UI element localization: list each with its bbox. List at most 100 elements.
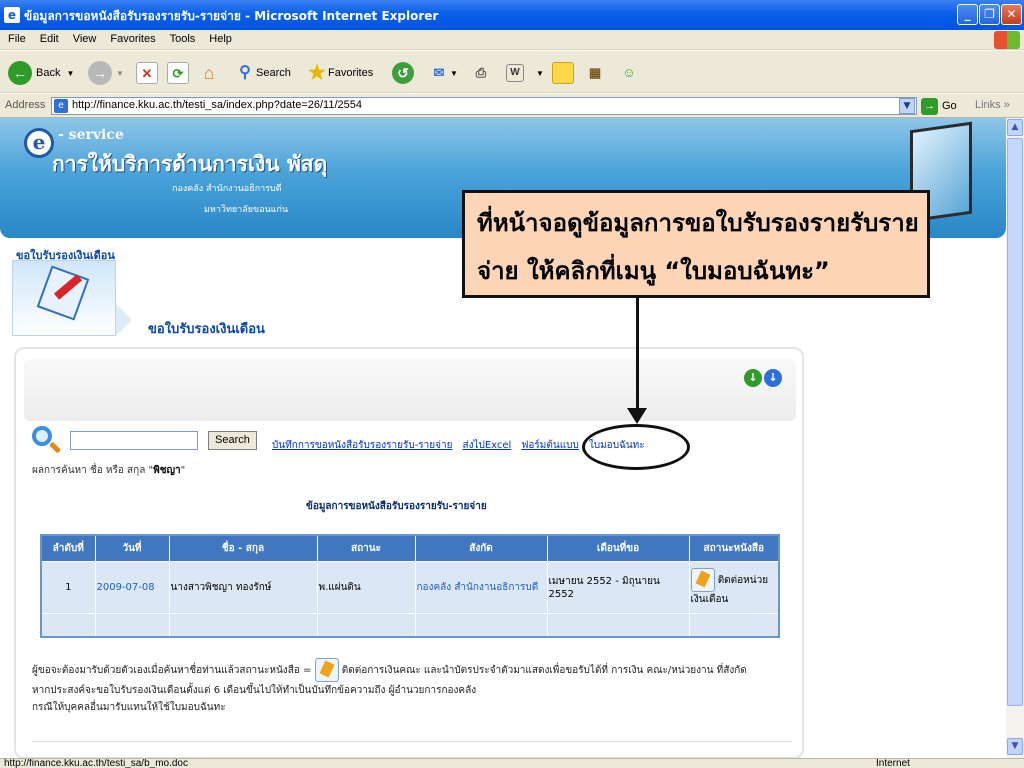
favorites-button[interactable]: ★ Favorites — [306, 60, 373, 86]
menu-help[interactable]: Help — [201, 30, 238, 45]
window-titlebar: e ข้อมูลการขอหนังสือรับรองรายรับ-รายจ่าย… — [0, 0, 1024, 30]
notes: ผู้ขอจะต้องมารับด้วยตัวเองเมื่อค้นหาชื่อ… — [32, 658, 792, 716]
magnifier-icon — [32, 426, 62, 454]
cell-months: เมษายน 2552 - มิถุนายน 2552 — [546, 560, 690, 614]
callout-arrow-head — [627, 408, 647, 424]
messenger-icon: ☺ — [622, 65, 636, 80]
close-button[interactable]: ✕ — [1001, 4, 1022, 25]
result-suffix: " — [180, 465, 186, 476]
search-input[interactable] — [70, 430, 198, 450]
back-arrow-icon: ← — [8, 61, 32, 85]
cell-name: นางสาวพิชญา ทองรักษ์ — [168, 560, 318, 614]
callout-text: ที่หน้าจอดูข้อมูลการขอใบรับรองรายรับรายจ… — [477, 209, 919, 285]
search-result-text: ผลการค้นหา ชื่อ หรือ สกุล "พิชญา" — [32, 463, 185, 478]
col-doc-status: สถานะหนังสือ — [688, 534, 780, 562]
template-form-link[interactable]: ฟอร์มต้นแบบ — [521, 438, 579, 453]
cell-date-link[interactable]: 2009-07-08 — [97, 582, 155, 593]
menu-favorites[interactable]: Favorites — [102, 30, 161, 45]
mail-button[interactable]: ✉ ▼ — [428, 60, 458, 86]
requests-table: ลำดับที่ วันที่ ชื่อ - สกุล สถานะ สังกัด… — [40, 534, 780, 638]
forward-dropdown-icon[interactable]: ▼ — [116, 69, 124, 78]
search-toolbar-button[interactable]: ⚲ Search — [234, 60, 291, 86]
highlight-ellipse — [582, 424, 690, 470]
search-icon: ⚲ — [239, 64, 251, 81]
banner-subtitle-2: มหาวิทยาลัยขอนแก่น — [204, 205, 289, 215]
address-dropdown-icon[interactable]: ▼ — [899, 98, 915, 114]
section-arrow — [116, 304, 132, 336]
section-header: ขอใบรับรองเงินเดือน ขอใบรับรองเงินเดือน — [12, 246, 282, 338]
mail-icon: ✉ — [433, 65, 445, 80]
table-row: 1 2009-07-08 นางสาวพิชญา ทองรักษ์ พ.แผ่น… — [40, 560, 780, 614]
callout-arrow — [636, 298, 639, 414]
result-prefix: ผลการค้นหา ชื่อ หรือ สกุล " — [32, 465, 154, 476]
address-label: Address — [5, 99, 46, 111]
vertical-scrollbar[interactable]: ▲ ▼ — [1006, 118, 1024, 758]
banner-title: การให้บริการด้านการเงิน พัสดุ — [52, 152, 328, 176]
page-content: e - service การให้บริการด้านการเงิน พัสด… — [0, 118, 1006, 758]
maximize-button[interactable]: ❐ — [979, 4, 1000, 25]
cell-no: 1 — [40, 560, 96, 614]
record-link[interactable]: บันทึกการขอหนังสือรับรองรายรับ-รายจ่าย — [272, 438, 452, 453]
menu-file[interactable]: File — [0, 30, 32, 45]
cell-dept-link[interactable]: กองคลัง สำนักงานอธิการบดี — [417, 582, 539, 593]
history-button[interactable]: ↺ — [392, 60, 418, 86]
menu-edit[interactable]: Edit — [32, 30, 65, 45]
panel-header — [24, 359, 796, 421]
banner-service-text: - service — [58, 127, 124, 143]
scroll-down-icon[interactable]: ▼ — [1007, 738, 1023, 755]
favorites-star-icon: ★ — [308, 62, 326, 84]
search-button[interactable]: Search — [208, 430, 257, 450]
research-button[interactable]: ▦ — [584, 60, 606, 86]
download-icon[interactable]: ↓ ↓ — [744, 369, 784, 395]
back-button[interactable]: ← Back ▼ — [8, 60, 74, 86]
note-line-2: หากประสงค์จะขอใบรับรองเงินเดือนตั้งแต่ 6… — [32, 685, 477, 696]
refresh-icon: ⟳ — [167, 62, 189, 84]
export-excel-link[interactable]: ส่งไปExcel — [462, 438, 511, 453]
cell-doc-status: ติดต่อหน่วยเงินเดือน — [688, 560, 780, 614]
refresh-button[interactable]: ⟳ — [167, 60, 189, 86]
note-icon — [552, 62, 574, 84]
edit-dropdown-icon[interactable]: ▼ — [536, 69, 544, 78]
table-title: ข้อมูลการขอหนังสือรับรองรายรับ-รายจ่าย — [306, 501, 487, 512]
research-icon: ▦ — [588, 65, 602, 80]
col-date: วันที่ — [94, 534, 170, 562]
col-dept: สังกัด — [414, 534, 548, 562]
links-label: Links — [975, 99, 1001, 111]
discuss-button[interactable] — [552, 60, 574, 86]
history-icon: ↺ — [392, 62, 414, 84]
note-line-1: ผู้ขอจะต้องมารับด้วยตัวเองเมื่อค้นหาชื่อ… — [32, 658, 792, 682]
scroll-thumb[interactable] — [1007, 138, 1023, 706]
forward-arrow-icon: → — [88, 61, 112, 85]
stop-button[interactable]: ✕ — [136, 60, 158, 86]
col-status: สถานะ — [316, 534, 416, 562]
go-label: Go — [942, 100, 957, 112]
address-url: http://finance.kku.ac.th/testi_sa/index.… — [72, 99, 362, 111]
result-name: พิชญา — [153, 465, 181, 476]
divider — [32, 741, 792, 742]
forward-button[interactable]: → ▼ — [88, 60, 124, 86]
home-button[interactable]: ⌂ — [198, 60, 220, 86]
minimize-button[interactable]: _ — [957, 4, 978, 25]
menu-bar: File Edit View Favorites Tools Help — [0, 30, 1024, 50]
go-button[interactable]: → Go — [921, 97, 957, 115]
certificate-image — [12, 260, 116, 336]
back-dropdown-icon[interactable]: ▼ — [66, 69, 74, 78]
edit-button[interactable]: W ▼ — [506, 60, 544, 86]
menu-view[interactable]: View — [65, 30, 103, 45]
e-service-logo-icon: e — [24, 128, 54, 158]
mail-dropdown-icon[interactable]: ▼ — [450, 69, 458, 78]
messenger-button[interactable]: ☺ — [618, 60, 640, 86]
back-label: Back — [36, 67, 61, 79]
col-months: เดือนที่ขอ — [546, 534, 690, 562]
links-button[interactable]: Links » — [975, 99, 1010, 111]
banner-subtitle-1: กองคลัง สำนักงานอธิการบดี — [172, 184, 282, 194]
cell-status: พ.แผ่นดิน — [316, 560, 416, 614]
menu-tools[interactable]: Tools — [162, 30, 202, 45]
ie-icon: e — [4, 7, 20, 23]
print-button[interactable]: ⎙ — [470, 60, 492, 86]
address-input[interactable]: e http://finance.kku.ac.th/testi_sa/inde… — [51, 97, 917, 115]
status-url: http://finance.kku.ac.th/testi_sa/b_mo.d… — [4, 758, 188, 768]
table-header-row: ลำดับที่ วันที่ ชื่อ - สกุล สถานะ สังกัด… — [40, 534, 780, 562]
stop-icon: ✕ — [136, 62, 158, 84]
scroll-up-icon[interactable]: ▲ — [1007, 119, 1023, 136]
